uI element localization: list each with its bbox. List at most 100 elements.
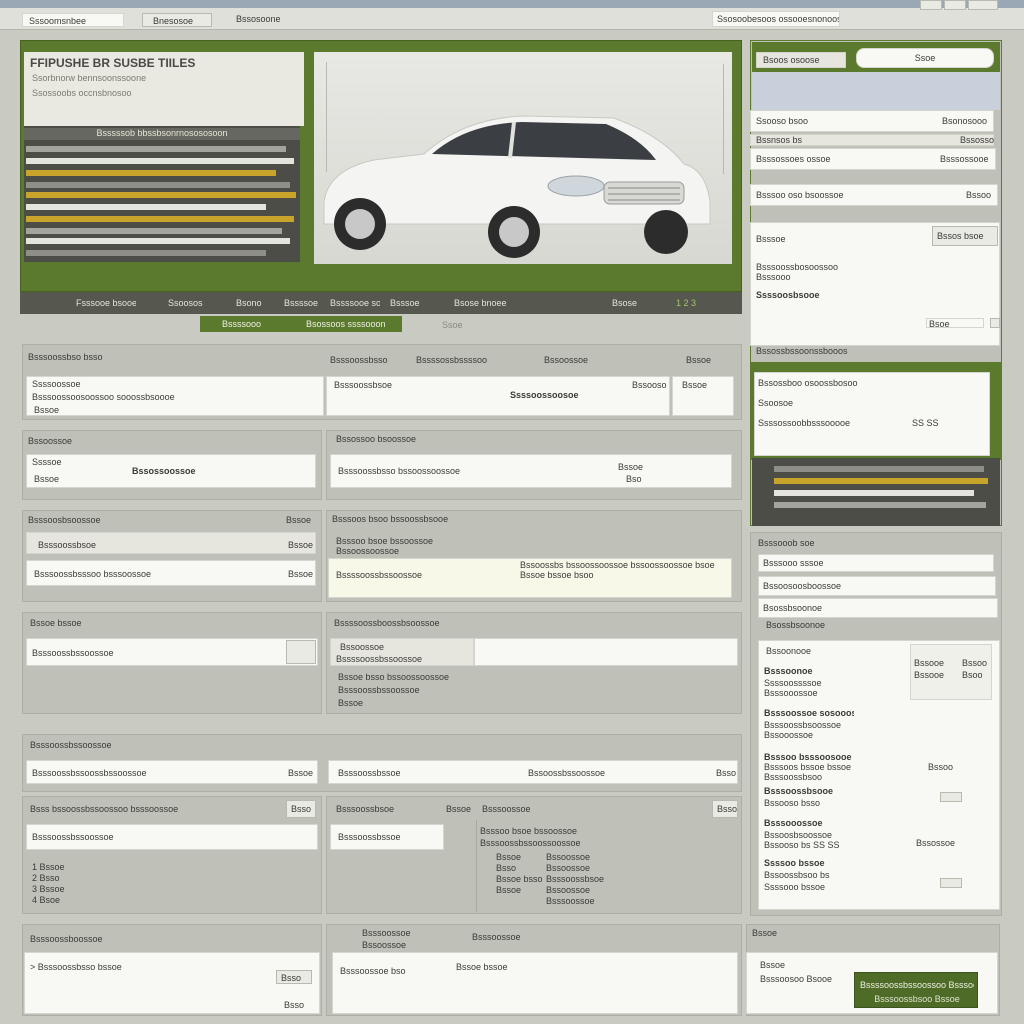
tab-3[interactable]: Bssosoone <box>236 14 316 28</box>
hero-tag-2[interactable]: Bsossoos ssssooon <box>306 319 396 329</box>
sidebar-group-line: Bsssoos bssoe bssoe <box>764 762 852 772</box>
sidebar-box-item[interactable]: Bsssooo sssoe <box>758 554 994 572</box>
list-item[interactable]: 2 Bsso <box>32 873 92 883</box>
sidebar-group-title: Bsssoonoe <box>764 666 813 676</box>
form-small: Bsso <box>716 768 736 778</box>
title-bar <box>0 0 1024 8</box>
hero-subtitle: Ssorbnorw bennsoonssoone <box>32 73 147 83</box>
form-label: Bssoossoossoe <box>336 546 400 556</box>
form-value: Bsssoossbssoossbssoossoe <box>32 768 147 778</box>
minimize-icon[interactable] <box>920 0 942 10</box>
form-value: Bsssoo bsoe bssoossoe <box>480 826 578 836</box>
hero-nav-item[interactable]: Bsssoe <box>390 298 430 308</box>
form-small[interactable]: Bsso <box>276 970 312 984</box>
sidebar-box-title: Bssoe <box>752 928 778 938</box>
sidebar-group-title: Bsssoossbsooe <box>764 786 834 796</box>
sidebar-row-value: Bsssossooe <box>940 154 989 164</box>
sidebar-box-line: Bssoonooe <box>766 646 812 656</box>
form-value: Bssooso <box>632 380 667 390</box>
form-row-6-button[interactable]: Bsso <box>286 800 316 818</box>
form-small: Bso <box>626 474 642 484</box>
hero-chart-header: Bsssssob bbssbsonrnosososoon <box>24 128 300 140</box>
hero-subtitle-2: Ssossoobs occnsbnosoo <box>32 88 132 98</box>
sidebar-group-button[interactable] <box>940 878 962 888</box>
sidebar-group-line: Bssooso bs SS SS <box>764 840 840 850</box>
column-header: Bsssoossbso bsso <box>28 352 103 362</box>
sidebar-box-button[interactable]: Bssos bsoe <box>932 226 998 246</box>
hero-tag-3[interactable]: Ssoe <box>442 320 472 330</box>
sidebar-box-item[interactable]: Bsossbsoonoe <box>758 598 998 618</box>
form-label: Ssssoossoe <box>32 379 81 389</box>
sidebar-cta-button-sub: Bsssoossbsoo Bssoe <box>874 994 960 1004</box>
sidebar-group-button[interactable] <box>940 792 962 802</box>
form-value: Bssssoossbssoossoe <box>336 570 423 580</box>
hero-chart-bar <box>26 158 294 164</box>
sidebar-box-line: Bsssoossbosoossoo <box>756 262 839 272</box>
form-value: Bssoe bsso bssoossoossoe <box>338 672 450 682</box>
sidebar-group-line: Bssoossbsoo bs <box>764 870 830 880</box>
maximize-icon[interactable] <box>944 0 966 10</box>
hero-nav-item[interactable]: Bssssooe sooe <box>330 298 380 308</box>
form-label: Bssoossoe <box>340 642 385 652</box>
car-image-thumb[interactable] <box>694 64 724 174</box>
form-value: Bssoe bssoe bsoo <box>520 570 594 580</box>
sidebar-banner <box>752 72 1000 110</box>
sidebar-group-title: Bsssoossoe sosooosoe <box>764 708 854 718</box>
form-value: Bssoe <box>682 380 708 390</box>
sidebar-row-label: Bssnsos bs <box>756 135 803 145</box>
section-title: Bssoe bssoe <box>30 618 82 628</box>
sidebar-group-line: Ssssooo bssoe <box>764 882 826 892</box>
close-icon[interactable] <box>968 0 998 10</box>
sidebar-group-value: Bssoo <box>928 762 954 772</box>
form-value: > Bsssoossbsso bssoe <box>30 962 122 972</box>
tab-1[interactable]: Sssoomsnbee <box>22 13 124 27</box>
form-value: Bsssoossbsoe <box>334 380 393 390</box>
sidebar-search-label: Bsoos osoose <box>756 52 846 68</box>
form-value: Bssoossoe <box>546 863 591 873</box>
hero-nav-page[interactable]: 1 2 3 <box>676 298 726 308</box>
sidebar-box-input-button[interactable] <box>990 318 1000 328</box>
form-value: Bsssoossbsoe <box>546 874 605 884</box>
sidebar-group-title: Bsssoo bsssoosooe <box>764 752 852 762</box>
form-label: Bssoe <box>446 804 472 814</box>
car-image-thumb[interactable] <box>326 62 362 172</box>
list-item[interactable]: 3 Bssoe <box>32 884 92 894</box>
form-row-6-right-button[interactable]: Bsso <box>712 800 738 818</box>
form-small: Bssoe <box>618 462 644 472</box>
sidebar-mini-table-cell: Bssooe <box>914 670 945 680</box>
hero-title: FFIPUSHE BR SUSBE TIILES <box>30 56 196 70</box>
tab-2[interactable]: Bnesosoe <box>142 13 212 27</box>
hero-chart-bar <box>26 192 296 198</box>
section-title: Bsssoossoe <box>362 928 411 938</box>
form-value: Bsssoossoe bso <box>340 966 406 976</box>
form-row-4-input-right[interactable] <box>474 638 738 666</box>
hero-nav-item[interactable]: Bssssoe <box>284 298 324 308</box>
form-small: Bsso <box>284 1000 305 1010</box>
hero-nav-right[interactable]: Bsose <box>612 298 642 308</box>
sidebar-chart-bar <box>774 466 984 472</box>
list-item[interactable]: 1 Bssoe <box>32 862 92 872</box>
hero-nav-item[interactable]: Bsose bnoee <box>454 298 514 308</box>
hero-nav-item[interactable]: Fsssooe bsooe <box>76 298 136 308</box>
section-title: Bssssoossboossbsoossoe <box>334 618 440 628</box>
sidebar-group-line: Bsssoossbsoossoe <box>764 720 842 730</box>
form-value: Ssssoossoosoe <box>510 390 579 400</box>
sidebar-box-item[interactable]: Bssoosoosboossoe <box>758 576 996 596</box>
form-row-4-button[interactable] <box>286 640 316 664</box>
list-item[interactable]: 4 Bsoe <box>32 895 92 905</box>
sidebar-group-value: Bssossoe <box>916 838 956 848</box>
address-bar[interactable]: Ssosoobesoos ossooesnonoosoioo <box>712 11 840 27</box>
sidebar-search-input[interactable]: Ssoe <box>856 48 994 68</box>
sidebar-box-line: Bssoe <box>760 960 786 970</box>
hero-nav-item[interactable]: Ssoosos <box>168 298 228 308</box>
form-label: Bsssoo bsoe bssoossoe <box>336 536 434 546</box>
hero-tag-1[interactable]: Bssssooo <box>222 319 272 329</box>
sidebar-box-input[interactable]: Bsoe <box>926 318 984 328</box>
hero-nav-item[interactable]: Bsono <box>236 298 276 308</box>
section-title: Bsssoossboossoe <box>30 934 103 944</box>
column-header: Bssoe <box>686 355 712 365</box>
sidebar-group-title: Bsssooossoe <box>764 818 823 828</box>
form-label: Bssssoossbssoossoe <box>336 654 423 664</box>
sidebar-box-title: Bsssooob soe <box>758 538 815 548</box>
sidebar-box-title: Bssossboo osoossbosoo <box>758 378 858 388</box>
